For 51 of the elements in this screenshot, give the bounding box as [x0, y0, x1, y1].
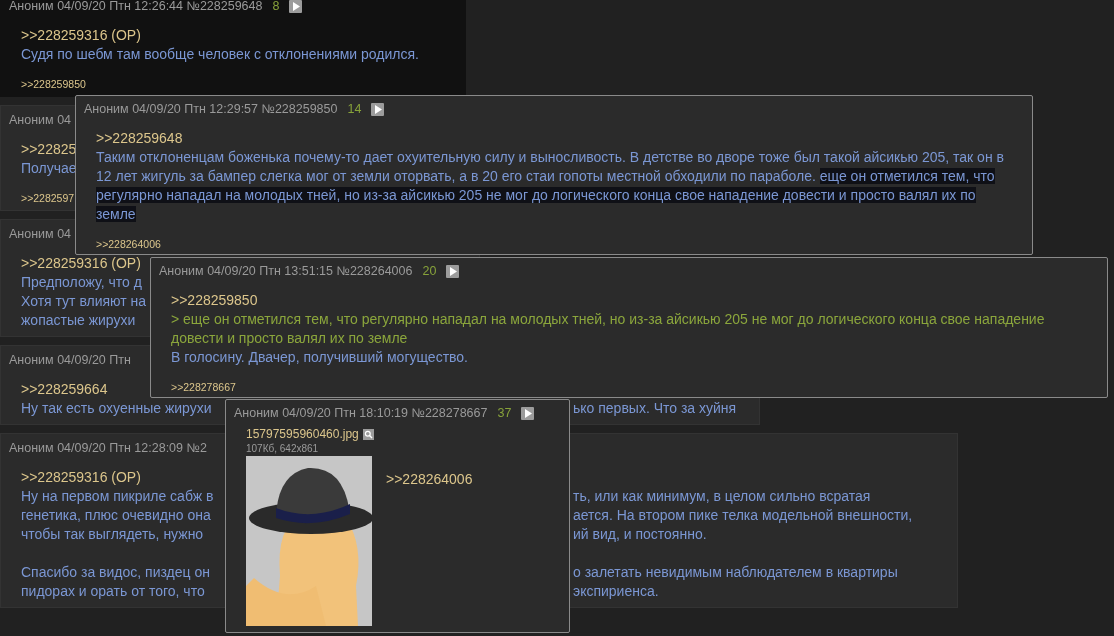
- post-text: экспириенса.: [573, 582, 659, 601]
- reply-link[interactable]: >>22825: [21, 140, 77, 159]
- play-icon[interactable]: [521, 406, 535, 420]
- file-name[interactable]: 15797595960460.jpg: [246, 427, 359, 441]
- reply-count: 14: [347, 102, 362, 116]
- reply-count: 37: [497, 406, 512, 420]
- backlink[interactable]: >>228259850: [21, 78, 86, 90]
- post-text: Судя по шебм там вообще человек с отклонениями родился.: [21, 45, 419, 64]
- play-icon[interactable]: [371, 102, 385, 116]
- post-text: Спасибо за видос, пиздец он: [21, 563, 210, 582]
- post-text: пидорах и орать от того, что: [21, 582, 205, 601]
- post-text: ько первых. Что за хуйня: [573, 399, 737, 418]
- post-text: ть, или как минимум, в целом сильно всратая: [573, 487, 871, 506]
- reply-count: 20: [422, 264, 437, 278]
- post-header: Аноним 04: [9, 113, 72, 127]
- play-icon[interactable]: [289, 0, 303, 13]
- post-text: ается. На втором пике телка модельной внешности,: [573, 506, 913, 525]
- reply-link[interactable]: >>228264006: [386, 470, 473, 626]
- reply-count: 8: [272, 0, 280, 13]
- reply-link[interactable]: >>228259316 (OP): [21, 26, 141, 45]
- backlink[interactable]: >>2282597: [21, 192, 75, 204]
- post-text: ий вид, и постоянно.: [573, 525, 707, 544]
- post-text: Ну на первом пикриле сабж в: [21, 487, 214, 506]
- post-text: Получае: [21, 159, 77, 178]
- post-text: Хотя тут влияют на: [21, 292, 147, 311]
- reply-link[interactable]: >>228259316 (OP): [21, 468, 141, 487]
- post-header: Аноним 04/09/20 Птн 12:29:57 №228259850: [84, 102, 338, 116]
- search-icon[interactable]: [362, 428, 374, 440]
- reply-link[interactable]: >>228259850: [171, 291, 258, 310]
- post-header: Аноним 04/09/20 Птн 12:28:09 №2: [9, 441, 207, 455]
- play-icon[interactable]: [446, 264, 460, 278]
- post-text: Предположу, что д: [21, 273, 142, 292]
- post-header: Аноним 04/09/20 Птн: [9, 353, 131, 367]
- reply-link[interactable]: >>228259316 (OP): [21, 254, 141, 273]
- post-header: Аноним 04/09/20 Птн 13:51:15 №228264006: [159, 264, 413, 278]
- post-text: чтобы так выглядеть, нужно: [21, 525, 204, 544]
- post-text: генетика, плюс очевидно она: [21, 506, 211, 525]
- reply-link[interactable]: >>228259664: [21, 380, 108, 399]
- backlink[interactable]: >>228278667: [171, 381, 236, 393]
- reply-link[interactable]: >>228259648: [96, 129, 183, 148]
- post-header: Аноним 04: [9, 227, 72, 241]
- quote-text: > еще он отметился тем, что регулярно нападал на молодых тней, но из-за айсикью 205 не мог до логического конца свое нападение довести и просто валял их по земле: [171, 310, 1046, 348]
- post-text: о залетать невидимым наблюдателем в квартиры: [573, 563, 898, 582]
- post-text: В голосину. Двачер, получивший могущество.: [171, 348, 469, 367]
- post-header: Аноним 04/09/20 Птн 12:26:44 №228259648: [9, 0, 263, 13]
- backlink[interactable]: >>228264006: [96, 238, 161, 250]
- post-text: Ну так есть охуенные жирухи: [21, 399, 212, 418]
- post-text: Таким отклоненцам боженька почему-то дает охуительную силу и выносливость. В детстве во дворе тоже был такой айсикью 205, так он в 12 лет жигуль за бампер слегка мог от земли оторвать, а в 20 его стаи гопоты местной обходили по параболе. еще он отметился тем, что регулярно нападал на молодых тней, но из-за айсикью 205 не мог до логического конца свое нападение довести и просто валял их по земле: [96, 148, 1005, 224]
- post-text: жопастые жирухи: [21, 311, 136, 330]
- file-info: 107Кб, 642x861: [245, 442, 320, 456]
- post-header: Аноним 04/09/20 Птн 18:10:19 №228278667: [234, 406, 488, 420]
